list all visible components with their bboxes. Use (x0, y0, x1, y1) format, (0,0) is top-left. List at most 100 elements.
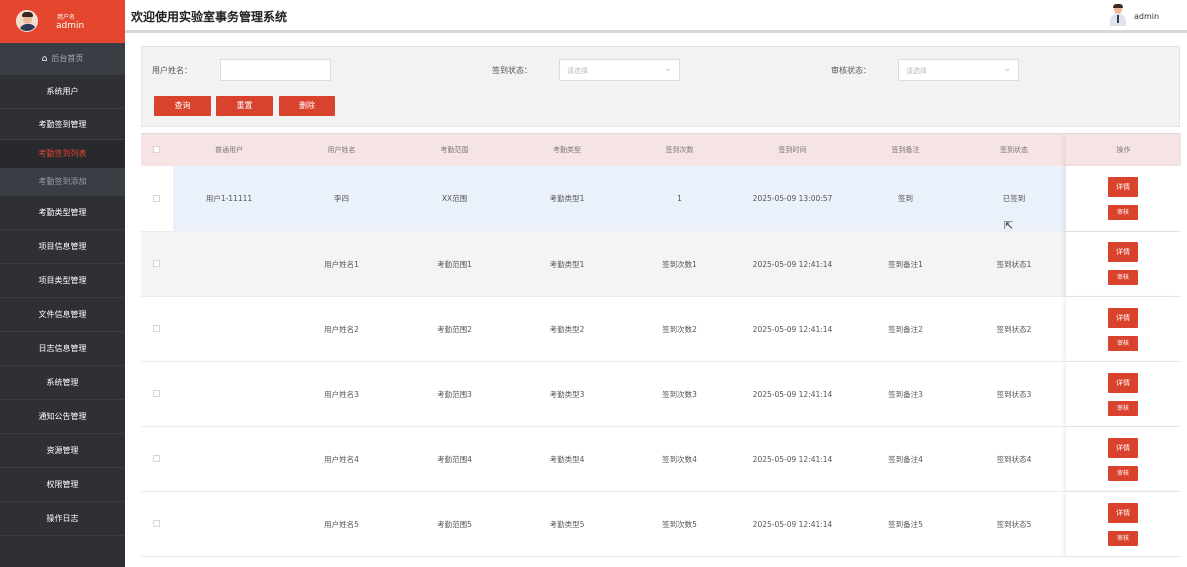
cell-time: 2025-05-09 12:41:14 (752, 454, 833, 464)
reset-button[interactable]: 重置 (216, 96, 273, 116)
review-button[interactable]: 审核 (1108, 531, 1138, 546)
cell-range: 考勤范围5 (437, 519, 472, 529)
cell-note: 签到备注4 (888, 454, 923, 464)
column-header: 操作 (1116, 146, 1131, 154)
detail-button[interactable]: 详情 (1108, 177, 1138, 197)
sidebar-item-log-info[interactable]: 日志信息管理 (0, 332, 125, 366)
sidebar-username: admin (56, 21, 85, 31)
detail-button[interactable]: 详情 (1108, 503, 1138, 523)
detail-button[interactable]: 详情 (1108, 373, 1138, 393)
name-label: 用户姓名： (152, 66, 192, 75)
select-all-checkbox[interactable] (153, 146, 160, 153)
table-row[interactable]: 用户姓名4 考勤范围4 考勤类型4 签到次数4 2025-05-09 12:41… (141, 427, 1181, 492)
row-checkbox[interactable] (153, 325, 160, 332)
cell-status: 签到状态4 (996, 454, 1032, 464)
row-checkbox[interactable] (153, 195, 160, 202)
header-username[interactable]: admin (1134, 12, 1159, 21)
cell-user (173, 427, 285, 491)
sign-status-label: 签到状态： (492, 66, 532, 75)
row-checkbox[interactable] (153, 260, 160, 267)
sidebar-subitem-attendance-add[interactable]: 考勤签到添加 (0, 168, 125, 196)
sign-status-select[interactable]: 请选择 ⌄ (559, 59, 680, 81)
table-header: 普通用户 用户姓名 考勤范围 考勤类型 签到次数 签到时间 签到备注 签到状态 … (141, 133, 1181, 166)
sidebar-username-label: 用户名 (56, 14, 75, 21)
review-status-select[interactable]: 请选择 ⌄ (898, 59, 1019, 81)
table-row[interactable]: 用户姓名1 考勤范围1 考勤类型1 签到次数1 2025-05-09 12:41… (141, 232, 1181, 297)
name-input[interactable] (220, 59, 331, 81)
review-button[interactable]: 审核 (1108, 336, 1138, 351)
cell-name: 用户姓名5 (324, 519, 359, 529)
cell-note: 签到备注5 (888, 519, 923, 529)
cell-range: XX范围 (441, 194, 468, 203)
review-button[interactable]: 审核 (1108, 205, 1138, 220)
review-button[interactable]: 审核 (1108, 466, 1138, 481)
cell-name: 用户姓名4 (324, 454, 359, 464)
cell-range: 考勤范围3 (437, 389, 472, 399)
cell-count: 签到次数3 (662, 389, 697, 399)
mouse-cursor-icon: ⇱ (1004, 219, 1014, 232)
row-checkbox[interactable] (153, 520, 160, 527)
review-button[interactable]: 审核 (1108, 270, 1138, 285)
sidebar-user-header: 用户名 admin (0, 0, 125, 43)
row-checkbox[interactable] (153, 390, 160, 397)
sidebar-item-system-users[interactable]: 系统用户 (0, 75, 125, 109)
sidebar-item-label: 项目信息管理 (38, 242, 87, 251)
sidebar-item-label: 权限管理 (46, 480, 79, 489)
operation-cell: 详情 审核 (1066, 362, 1181, 426)
cell-range: 考勤范围2 (437, 324, 472, 334)
operation-cell: 详情 审核 (1066, 232, 1181, 296)
top-header: 欢迎使用实验室事务管理系统 admin (125, 0, 1187, 33)
sidebar-item-permissions[interactable]: 权限管理 (0, 468, 125, 502)
delete-button[interactable]: 删除 (279, 96, 335, 116)
cell-user: 用户1-11111 (205, 194, 253, 203)
cell-user (173, 232, 285, 296)
operation-column-header: 操作 (1066, 134, 1181, 166)
cell-status: 签到状态2 (996, 324, 1032, 334)
query-button[interactable]: 查询 (154, 96, 211, 116)
sidebar-item-label: 通知公告管理 (38, 412, 87, 421)
sidebar-item-label: 考勤类型管理 (38, 208, 87, 217)
operation-cell: 详情 审核 (1066, 492, 1181, 556)
user-avatar (16, 10, 38, 32)
sidebar-item-attendance[interactable]: 考勤签到管理 (0, 109, 125, 140)
cell-time: 2025-05-09 12:41:14 (752, 324, 833, 334)
sidebar-item-attendance-type[interactable]: 考勤类型管理 (0, 196, 125, 230)
table-row[interactable]: 用户姓名5 考勤范围5 考勤类型5 签到次数5 2025-05-09 12:41… (141, 492, 1181, 557)
cell-user (173, 362, 285, 426)
sidebar-item-project-type[interactable]: 项目类型管理 (0, 264, 125, 298)
sidebar-item-label: 项目类型管理 (38, 276, 87, 285)
sidebar-item-operation-log[interactable]: 操作日志 (0, 502, 125, 536)
table-row[interactable]: 用户姓名2 考勤范围2 考勤类型2 签到次数2 2025-05-09 12:41… (141, 297, 1181, 362)
cell-count: 签到次数5 (662, 519, 697, 529)
review-button[interactable]: 审核 (1108, 401, 1138, 416)
sidebar-item-resources[interactable]: 资源管理 (0, 434, 125, 468)
detail-button[interactable]: 详情 (1108, 242, 1138, 262)
table-row[interactable]: 用户姓名3 考勤范围3 考勤类型3 签到次数3 2025-05-09 12:41… (141, 362, 1181, 427)
sidebar: 用户名 admin ⌂ 后台首页 系统用户 考勤签到管理 考勤签到列表 考勤签到添… (0, 0, 125, 567)
search-panel: 用户姓名： 签到状态： 请选择 ⌄ 审核状态： 请选择 ⌄ 查询 重置 删除 (141, 46, 1180, 127)
cell-status: 已签到 (1002, 194, 1026, 203)
sidebar-item-home[interactable]: ⌂ 后台首页 (0, 43, 125, 75)
cell-name: 用户姓名1 (324, 259, 359, 269)
cell-status: 签到状态5 (996, 519, 1032, 529)
table-row[interactable]: 用户1-11111 李四 XX范围 考勤类型1 1 2025-05-09 13:… (141, 166, 1181, 232)
cell-time: 2025-05-09 12:41:14 (752, 389, 833, 399)
sidebar-item-label: 操作日志 (46, 514, 79, 523)
sidebar-item-project-info[interactable]: 项目信息管理 (0, 230, 125, 264)
cell-count: 1 (677, 194, 682, 203)
page-title: 欢迎使用实验室事务管理系统 (131, 10, 288, 24)
sidebar-item-notice[interactable]: 通知公告管理 (0, 400, 125, 434)
cell-range: 考勤范围1 (437, 259, 472, 269)
operation-cell: 详情 审核 (1066, 427, 1181, 491)
sidebar-item-system[interactable]: 系统管理 (0, 366, 125, 400)
cell-type: 考勤类型2 (549, 324, 585, 334)
header-avatar[interactable] (1110, 4, 1126, 26)
detail-button[interactable]: 详情 (1108, 308, 1138, 328)
sidebar-item-file-info[interactable]: 文件信息管理 (0, 298, 125, 332)
detail-button[interactable]: 详情 (1108, 438, 1138, 458)
cell-time: 2025-05-09 12:41:14 (752, 519, 833, 529)
row-checkbox[interactable] (153, 455, 160, 462)
sidebar-item-label: 文件信息管理 (38, 310, 87, 319)
sidebar-item-label: 日志信息管理 (38, 344, 87, 353)
sidebar-subitem-attendance-list[interactable]: 考勤签到列表 (0, 140, 125, 168)
